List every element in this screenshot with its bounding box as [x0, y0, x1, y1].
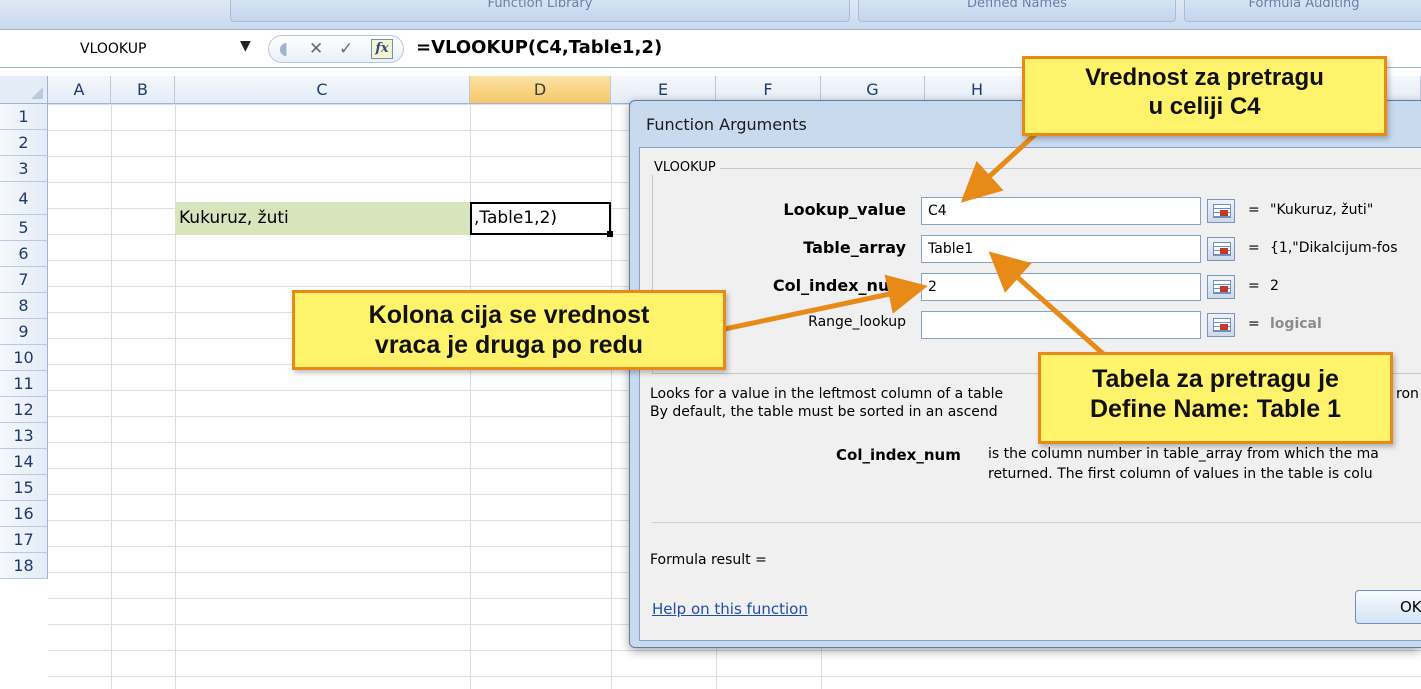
callout-line: Define Name: Table 1 [1089, 395, 1341, 423]
callout-table-array: Tabela za pretragu je Define Name: Table… [1038, 352, 1393, 444]
callout-lookup-value: Vrednost za pretragu u celiji C4 [1022, 56, 1387, 136]
callout-column-index: Kolona cija se vrednost vraca je druga p… [292, 290, 726, 370]
callout-line: Vrednost za pretragu [1085, 64, 1324, 91]
callout-line: vraca je druga po redu [374, 331, 644, 359]
arrow-to-table-array [988, 251, 1112, 362]
callout-line: Tabela za pretragu je [1092, 365, 1339, 393]
callout-line: u celiji C4 [1148, 92, 1261, 120]
arrow-to-col-index [719, 274, 928, 333]
arrow-to-lookup-value [960, 128, 1042, 203]
callout-line: Kolona cija se vrednost [368, 301, 650, 329]
